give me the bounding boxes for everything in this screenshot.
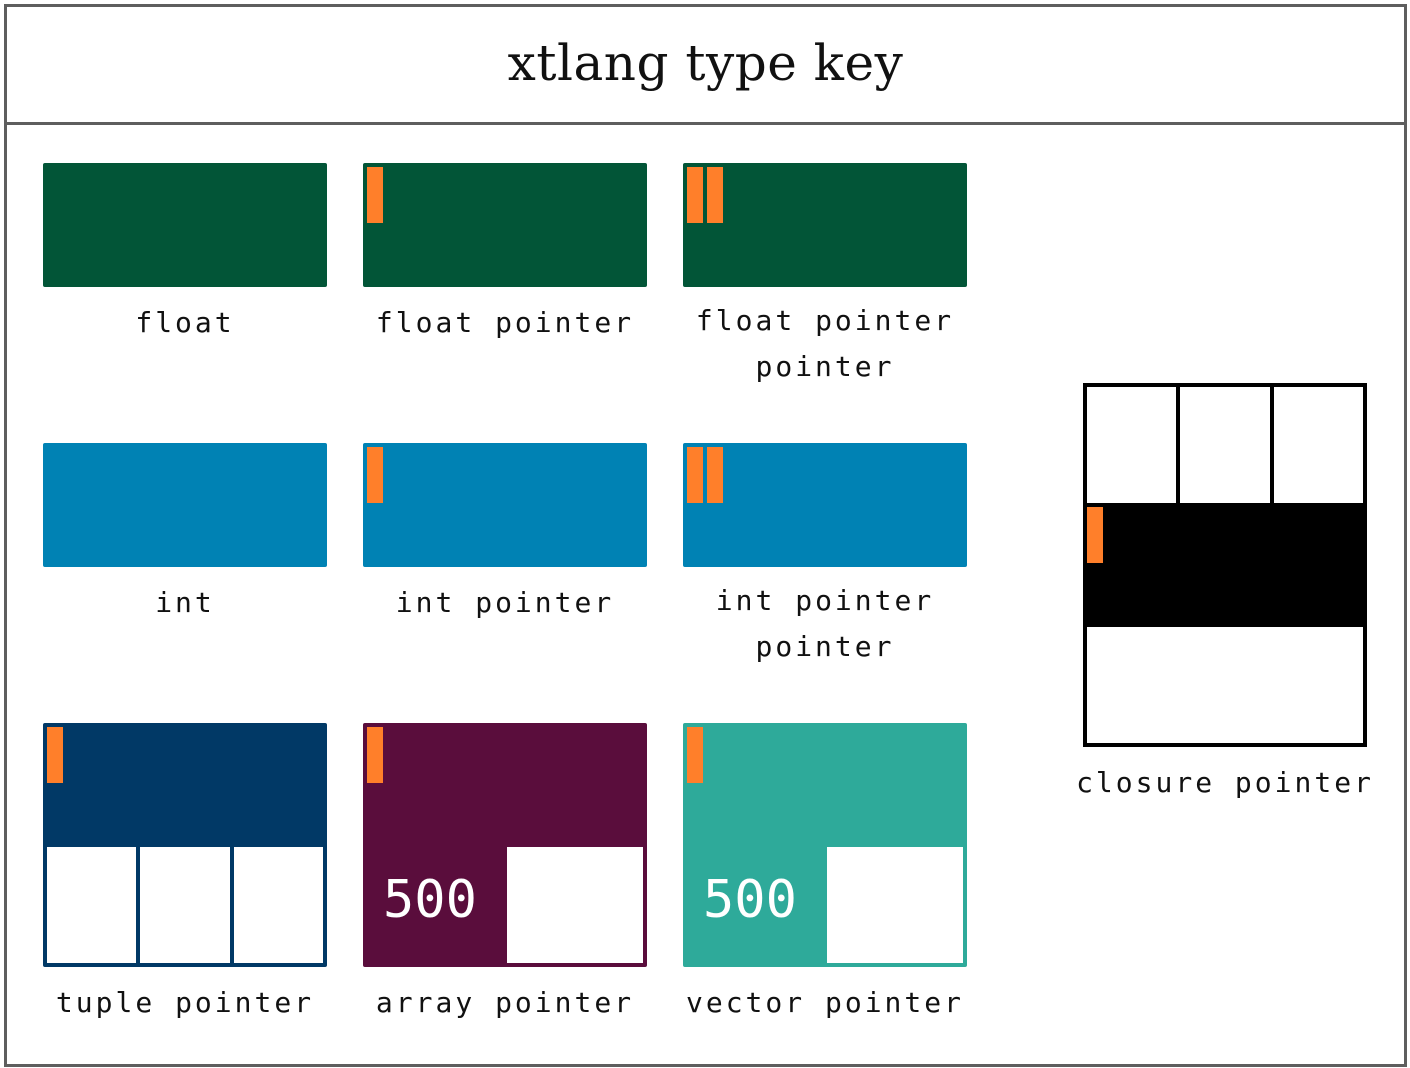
tuple-slot xyxy=(140,847,230,963)
tuple-slot xyxy=(233,847,323,963)
float-pointer-swatch xyxy=(363,163,647,287)
pointer-marker xyxy=(367,167,383,223)
tuple-element-slots xyxy=(47,847,323,963)
type-label-line1: int pointer xyxy=(715,584,935,617)
type-label: vector pointer xyxy=(685,986,964,1019)
type-label: int xyxy=(155,586,215,619)
vector-pointer-swatch: 500 xyxy=(683,723,967,967)
pointer-marker xyxy=(687,727,703,783)
type-label-line2: pointer xyxy=(755,630,895,663)
closure-pointer-swatch xyxy=(1083,383,1367,747)
tuple-slot xyxy=(47,847,137,963)
page-title: xtlang type key xyxy=(507,33,904,92)
pointer-marker xyxy=(47,727,63,783)
title-bar: xtlang type key xyxy=(7,7,1404,125)
pointer-marker xyxy=(367,447,383,503)
pointer-marker xyxy=(707,167,723,223)
type-label: array pointer xyxy=(375,986,635,1019)
type-label: float xyxy=(135,306,235,339)
closure-arg-slot xyxy=(1087,387,1177,503)
vector-length: 500 xyxy=(703,870,797,930)
array-pointer-swatch: 500 xyxy=(363,723,647,967)
type-label: tuple pointer xyxy=(55,986,315,1019)
type-label: float pointer xyxy=(375,306,635,339)
int-swatch xyxy=(43,443,327,567)
int-pointer-pointer-swatch xyxy=(683,443,967,567)
tuple-pointer-swatch xyxy=(43,723,327,967)
pointer-marker xyxy=(1087,507,1103,563)
type-label-line2: pointer xyxy=(755,350,895,383)
array-element-slot xyxy=(507,847,643,963)
pointer-marker xyxy=(367,727,383,783)
pointer-marker xyxy=(687,167,703,223)
float-pointer-pointer-swatch xyxy=(683,163,967,287)
closure-return-slot xyxy=(1087,627,1363,743)
pointer-marker xyxy=(707,447,723,503)
closure-argument-slots xyxy=(1087,387,1363,503)
closure-arg-slot xyxy=(1273,387,1363,503)
int-pointer-swatch xyxy=(363,443,647,567)
float-swatch xyxy=(43,163,327,287)
closure-arg-slot xyxy=(1180,387,1270,503)
type-label: int pointer xyxy=(395,586,615,619)
pointer-marker xyxy=(687,447,703,503)
array-length: 500 xyxy=(383,870,477,930)
vector-element-slot xyxy=(827,847,963,963)
type-label-line1: float pointer xyxy=(695,304,955,337)
closure-pointer-label: closure pointer xyxy=(1076,766,1374,799)
